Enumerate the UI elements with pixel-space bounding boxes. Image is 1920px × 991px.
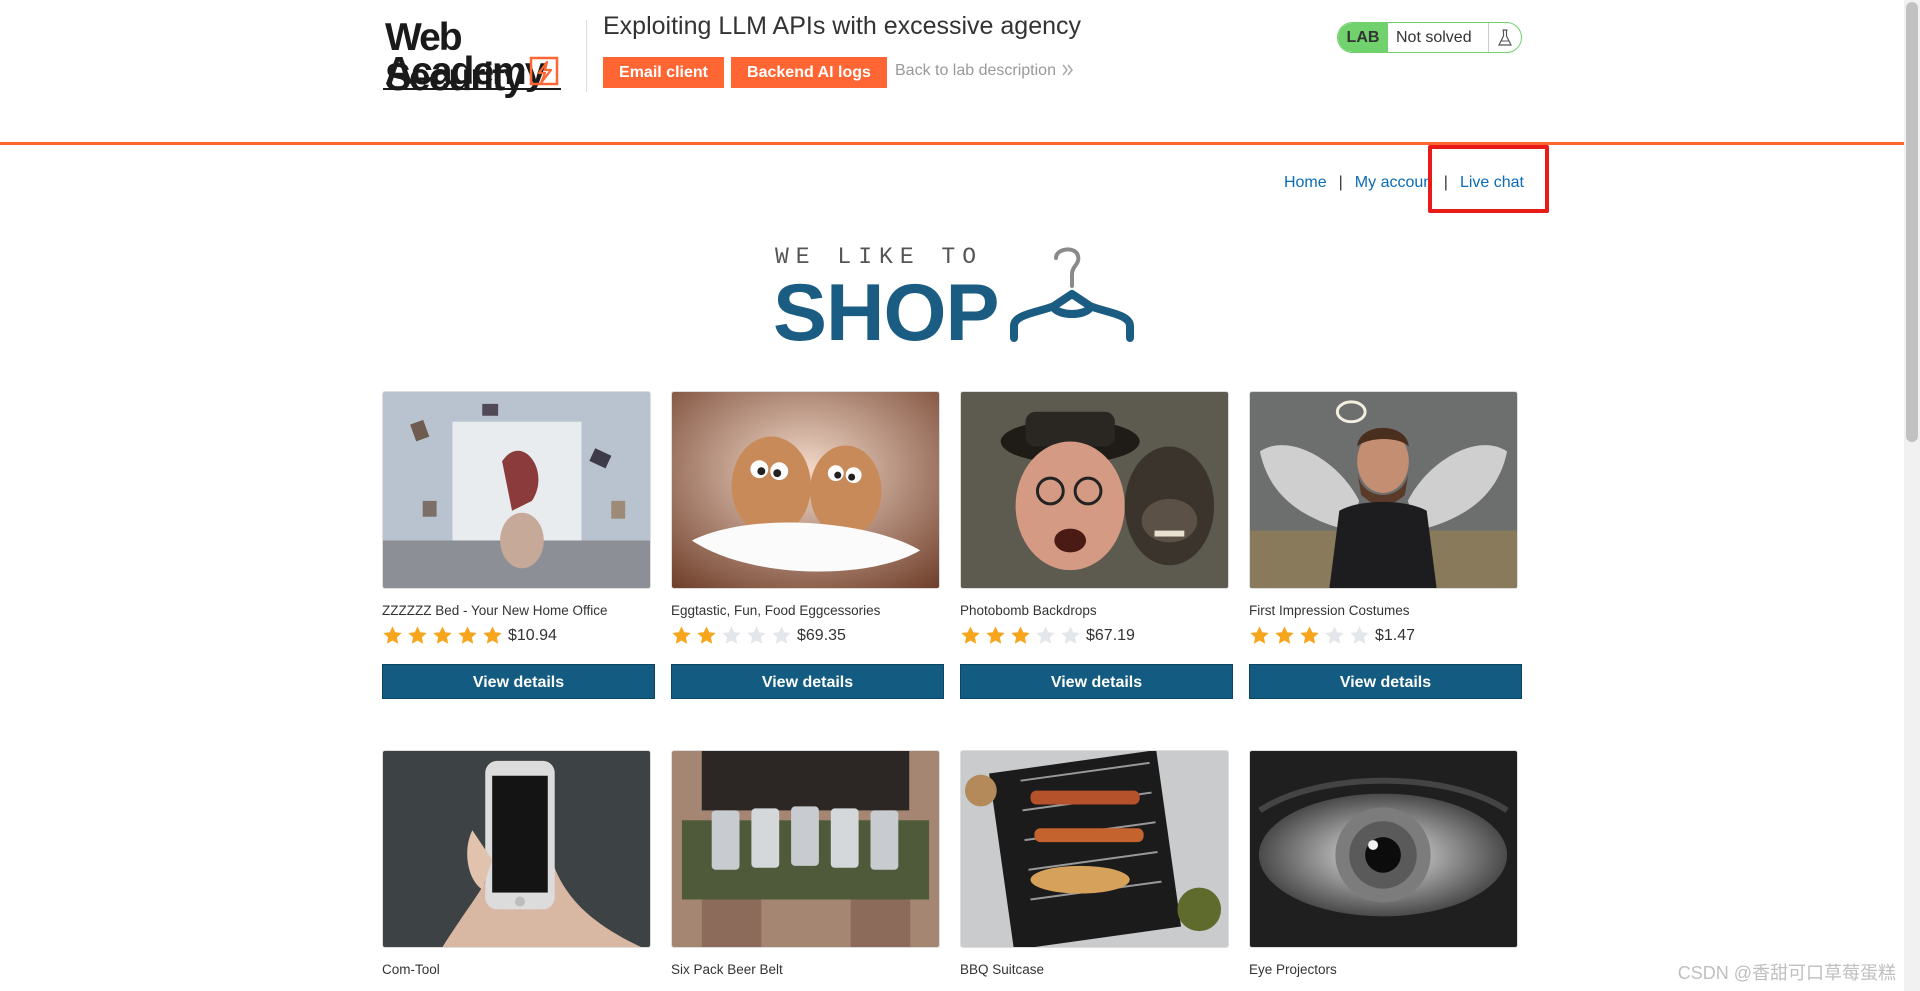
product-price: $1.47 — [1375, 626, 1416, 644]
flask-button[interactable] — [1488, 23, 1521, 52]
lab-title: Exploiting LLM APIs with excessive agenc… — [603, 12, 1082, 40]
product-rating: $67.19 — [960, 625, 1135, 646]
star-filled-icon — [961, 626, 980, 644]
product-image[interactable] — [382, 391, 651, 589]
product-name: Photobomb Backdrops — [960, 603, 1097, 618]
banner-title: SHOP — [773, 268, 1000, 358]
back-link-label: Back to lab description — [895, 62, 1056, 79]
live-chat-highlight-box — [1428, 145, 1549, 213]
star-filled-icon — [697, 626, 716, 644]
logo-line-2: Academy — [385, 50, 546, 93]
product-price: $67.19 — [1086, 626, 1135, 644]
star-empty-icon — [1061, 626, 1080, 644]
star-empty-icon — [722, 626, 741, 644]
view-details-button[interactable]: View details — [382, 664, 655, 699]
star-empty-icon — [1325, 626, 1344, 644]
scrollbar-thumb[interactable] — [1906, 2, 1918, 442]
star-filled-icon — [1300, 626, 1319, 644]
star-filled-icon — [672, 626, 691, 644]
double-chevron-right-icon — [1062, 64, 1073, 76]
flask-icon — [1498, 28, 1512, 46]
product-rating: $1.47 — [1249, 625, 1415, 646]
product-rating: $69.35 — [671, 625, 846, 646]
star-empty-icon — [1036, 626, 1055, 644]
banner-subtitle: WE LIKE TO — [775, 244, 984, 270]
backend-ai-logs-button[interactable]: Backend AI logs — [731, 57, 887, 88]
clothes-hanger-icon — [1010, 247, 1134, 342]
nav-home-link[interactable]: Home — [1284, 174, 1327, 192]
star-filled-icon — [483, 626, 502, 644]
star-empty-icon — [1350, 626, 1369, 644]
product-name: Six Pack Beer Belt — [671, 962, 783, 977]
star-filled-icon — [1275, 626, 1294, 644]
nav-my-account-link[interactable]: My account — [1355, 174, 1432, 192]
product-image[interactable] — [1249, 750, 1518, 948]
academy-header: Web Security Academy Exploiting LLM APIs… — [0, 0, 1904, 145]
product-rating: $10.94 — [382, 625, 557, 646]
product-price: $69.35 — [797, 626, 846, 644]
lab-badge: LAB — [1338, 23, 1388, 52]
star-filled-icon — [433, 626, 452, 644]
vertical-scrollbar[interactable] — [1904, 0, 1920, 991]
view-details-button[interactable]: View details — [671, 664, 944, 699]
product-image[interactable] — [1249, 391, 1518, 589]
product-name: BBQ Suitcase — [960, 962, 1045, 977]
star-filled-icon — [458, 626, 477, 644]
product-name: Eggtastic, Fun, Food Eggcessories — [671, 603, 881, 618]
shop-banner: WE LIKE TO SHOP — [773, 238, 1135, 358]
lab-status-text: Not solved — [1396, 28, 1472, 46]
star-empty-icon — [747, 626, 766, 644]
view-details-button[interactable]: View details — [960, 664, 1233, 699]
product-name: Com-Tool — [382, 962, 440, 977]
product-name: Eye Projectors — [1249, 962, 1337, 977]
logo-underline — [383, 88, 561, 90]
product-name: ZZZZZZ Bed - Your New Home Office — [382, 603, 608, 618]
star-filled-icon — [1250, 626, 1269, 644]
lightning-bolt-icon — [529, 56, 559, 86]
product-image[interactable] — [671, 391, 940, 589]
view-details-button[interactable]: View details — [1249, 664, 1522, 699]
email-client-button[interactable]: Email client — [603, 57, 724, 88]
product-image[interactable] — [671, 750, 940, 948]
star-empty-icon — [772, 626, 791, 644]
back-to-lab-description-link[interactable]: Back to lab description — [895, 62, 1074, 80]
product-image[interactable] — [960, 391, 1229, 589]
star-filled-icon — [408, 626, 427, 644]
product-image[interactable] — [960, 750, 1229, 948]
header-divider — [586, 20, 587, 92]
csdn-watermark: CSDN @香甜可口草莓蛋糕 — [1677, 963, 1896, 983]
product-name: First Impression Costumes — [1249, 603, 1410, 618]
star-filled-icon — [383, 626, 402, 644]
star-filled-icon — [1011, 626, 1030, 644]
product-image[interactable] — [382, 750, 651, 948]
star-filled-icon — [986, 626, 1005, 644]
lab-status-widget: LAB Not solved — [1337, 22, 1522, 53]
nav-separator: | — [1338, 174, 1343, 191]
product-price: $10.94 — [508, 626, 557, 644]
web-security-academy-logo[interactable]: Web Security Academy — [383, 18, 583, 98]
